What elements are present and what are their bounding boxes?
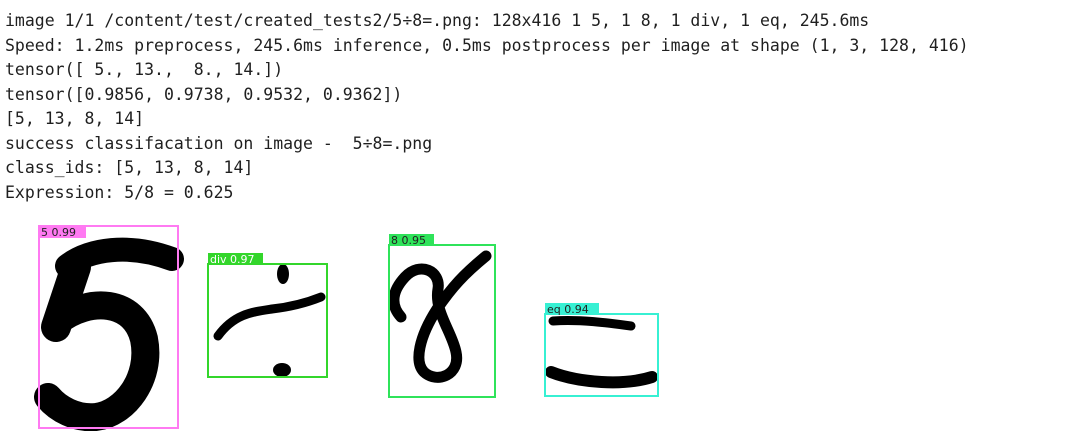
output-line-image-info: image 1/1 /content/test/created_tests2/5… <box>5 11 870 30</box>
equals-sign-drawing <box>545 315 658 389</box>
detection-label-div: div 0.97 <box>210 253 255 266</box>
digit-8-drawing <box>388 250 492 383</box>
detection-result-image: 5 0.99 div 0.97 8 0.95 eq 0.94 <box>34 219 666 431</box>
output-line-speed: Speed: 1.2ms preprocess, 245.6ms inferen… <box>5 35 969 55</box>
output-line-expression: Expression: 5/8 = 0.625 <box>5 182 234 202</box>
output-line-class-tensor: tensor([ 5., 13., 8., 14.]) <box>5 60 284 79</box>
detection-label-eq: eq 0.94 <box>547 303 589 316</box>
detection-box-div: div 0.97 <box>207 253 328 378</box>
output-line-confidence-tensor: tensor([0.9856, 0.9738, 0.9532, 0.9362]) <box>5 84 403 104</box>
output-line-class-ids: class_ids: [5, 13, 8, 14] <box>5 158 254 177</box>
division-sign-drawing <box>213 264 326 377</box>
digit-5-drawing <box>34 237 184 431</box>
output-line-success: success classifacation on image - 5÷8=.p… <box>5 133 433 153</box>
cell-output: image 1/1 /content/test/created_tests2/5… <box>5 9 1063 205</box>
detection-label-8: 8 0.95 <box>391 234 426 247</box>
output-line-class-list: [5, 13, 8, 14] <box>5 109 145 128</box>
detection-label-5: 5 0.99 <box>41 226 76 239</box>
bbox-div <box>207 263 328 378</box>
